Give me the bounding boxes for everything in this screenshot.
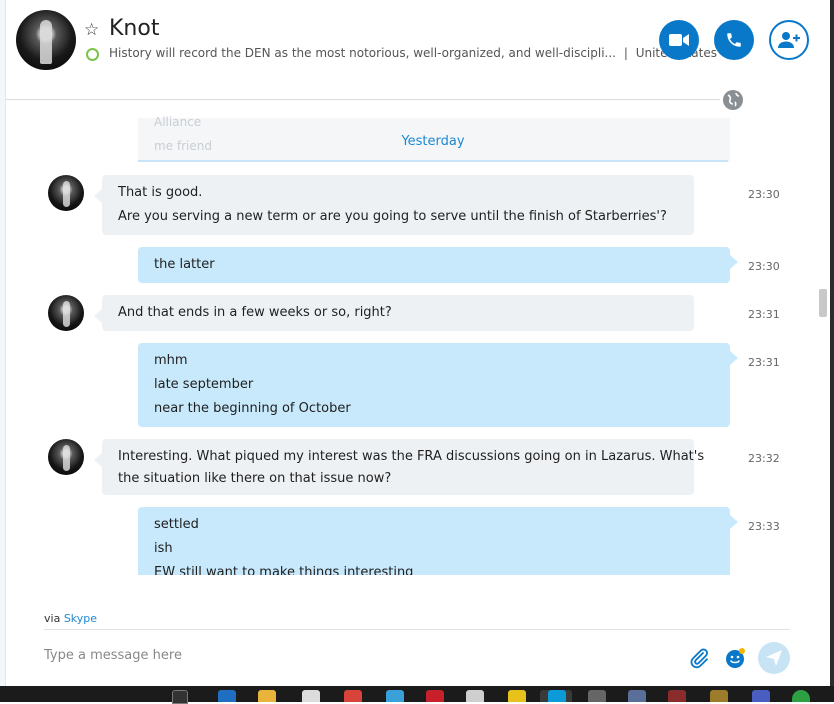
message-line: And that ends in a few weeks or so, righ… — [118, 305, 392, 320]
outgoing-message[interactable]: mhm late september near the beginning of… — [138, 343, 738, 427]
message-line: late september — [154, 377, 254, 392]
message-time: 23:31 — [748, 356, 780, 369]
contact-name[interactable]: Knot — [109, 16, 159, 41]
mood-message-line: History will record the DEN as the most … — [109, 46, 717, 60]
edge-icon[interactable] — [218, 690, 236, 702]
opera-icon[interactable] — [426, 690, 444, 702]
incoming-message[interactable]: That is good. Are you serving a new term… — [94, 175, 694, 235]
scrollbar-thumb[interactable] — [819, 289, 827, 317]
message-line: settled — [154, 517, 199, 532]
app-icon[interactable] — [710, 690, 728, 702]
store-icon[interactable] — [302, 690, 320, 702]
notepad-icon[interactable] — [466, 690, 484, 702]
outgoing-message[interactable]: settled ish EW still want to make things… — [138, 507, 738, 575]
incoming-message[interactable]: Interesting. What piqued my interest was… — [94, 439, 705, 495]
contact-avatar-small[interactable] — [48, 295, 84, 331]
message-list[interactable]: Alliance me friend Yesterday That is goo… — [0, 100, 834, 575]
app-icon[interactable] — [628, 690, 646, 702]
compose-divider — [44, 629, 790, 630]
message-line: the latter — [154, 257, 215, 272]
send-icon — [766, 650, 782, 666]
spotify-icon[interactable] — [792, 690, 810, 702]
contact-avatar-small[interactable] — [48, 175, 84, 211]
outgoing-message[interactable]: the latter — [138, 247, 738, 283]
audio-call-button[interactable] — [714, 20, 754, 60]
via-prefix: via — [44, 612, 61, 625]
message-line: the situation like there on that issue n… — [118, 471, 392, 486]
message-line: That is good. — [118, 185, 203, 200]
via-label: via Skype — [44, 612, 97, 625]
file-explorer-icon[interactable] — [258, 690, 276, 702]
fragment-line: Alliance — [154, 115, 202, 129]
message-line: Are you serving a new term or are you go… — [118, 209, 667, 224]
favorite-star-icon[interactable]: ☆ — [84, 20, 99, 40]
message-line: EW still want to make things interesting — [154, 565, 414, 575]
phone-icon — [727, 33, 741, 47]
add-person-icon — [778, 32, 800, 48]
chrome-icon[interactable] — [344, 690, 362, 702]
online-status-icon — [86, 48, 99, 61]
app-icon[interactable] — [752, 690, 770, 702]
video-camera-icon — [669, 34, 689, 46]
message-line: ish — [154, 541, 173, 556]
mood-separator: | — [623, 46, 628, 60]
os-taskbar — [0, 686, 834, 704]
cmd-icon[interactable] — [588, 690, 606, 702]
day-separator: Yesterday — [401, 134, 465, 149]
video-call-button[interactable] — [659, 20, 699, 60]
paperclip-icon[interactable] — [688, 647, 710, 669]
add-people-button[interactable] — [769, 20, 809, 60]
message-input[interactable]: Type a message here — [44, 648, 182, 663]
firefox-icon[interactable] — [386, 690, 404, 702]
message-time: 23:30 — [748, 188, 780, 201]
emoticon-icon[interactable] — [724, 647, 746, 669]
via-skype-link[interactable]: Skype — [64, 612, 97, 625]
skype-icon[interactable] — [548, 690, 566, 702]
message-time: 23:31 — [748, 308, 780, 321]
message-line: Interesting. What piqued my interest was… — [118, 449, 705, 464]
incoming-message[interactable]: And that ends in a few weeks or so, righ… — [94, 295, 694, 331]
contact-avatar[interactable] — [16, 10, 76, 70]
message-line: mhm — [154, 353, 188, 368]
message-time: 23:33 — [748, 520, 780, 533]
contact-avatar-small[interactable] — [48, 439, 84, 475]
message-time: 23:32 — [748, 452, 780, 465]
send-button[interactable] — [758, 642, 790, 674]
message-line: near the beginning of October — [154, 401, 351, 416]
mood-message: History will record the DEN as the most … — [109, 46, 616, 60]
app-icon[interactable] — [508, 690, 526, 702]
day-separator-line — [138, 160, 728, 162]
maths-icon[interactable] — [668, 690, 686, 702]
conversation-header: ☆ Knot History will record the DEN as th… — [6, 0, 830, 100]
message-time: 23:30 — [748, 260, 780, 273]
